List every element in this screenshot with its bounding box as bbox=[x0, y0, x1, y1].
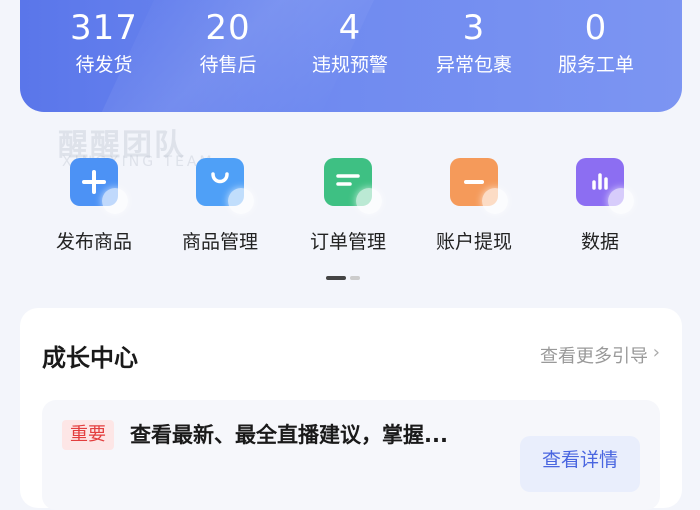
shopping-bag-icon bbox=[196, 158, 254, 214]
stat-value: 4 bbox=[338, 8, 362, 48]
stat-value: 0 bbox=[584, 8, 608, 48]
stat-violation-warning[interactable]: 4 违规预警 bbox=[288, 8, 412, 78]
tool-publish-product[interactable]: 发布商品 bbox=[34, 158, 154, 254]
tool-product-management[interactable]: 商品管理 bbox=[160, 158, 280, 254]
stat-value: 317 bbox=[70, 8, 138, 48]
tool-label: 发布商品 bbox=[55, 231, 132, 253]
stat-label: 服务工单 bbox=[557, 54, 634, 76]
tool-label: 商品管理 bbox=[181, 231, 258, 253]
tool-account-withdraw[interactable]: 账户提现 bbox=[414, 158, 534, 254]
tool-data[interactable]: 数据 bbox=[540, 158, 660, 254]
stat-abnormal-package[interactable]: 3 异常包裹 bbox=[412, 8, 536, 78]
tool-label: 账户提现 bbox=[435, 231, 512, 253]
tool-order-management[interactable]: 订单管理 bbox=[288, 158, 408, 254]
growth-center-card: 成长中心 查看更多引导 › 重要 查看最新、最全直播建议，掌握... 查看详情 bbox=[20, 308, 682, 510]
wallet-icon bbox=[450, 158, 508, 214]
view-details-button[interactable]: 查看详情 bbox=[520, 436, 640, 492]
stat-label: 待售后 bbox=[199, 54, 257, 76]
stat-label: 异常包裹 bbox=[435, 54, 512, 76]
stat-pending-shipment[interactable]: 317 待发货 bbox=[42, 8, 166, 78]
stat-value: 20 bbox=[205, 8, 251, 48]
stat-label: 违规预警 bbox=[311, 54, 388, 76]
stat-label: 待发货 bbox=[75, 54, 133, 76]
chevron-right-icon[interactable]: › bbox=[653, 342, 660, 363]
tool-label: 订单管理 bbox=[309, 231, 386, 253]
page-dot bbox=[350, 276, 360, 280]
notice-item[interactable]: 重要 查看最新、最全直播建议，掌握... 查看详情 bbox=[42, 400, 660, 510]
stat-value: 3 bbox=[462, 8, 486, 48]
growth-center-title: 成长中心 bbox=[42, 344, 138, 372]
bar-chart-icon bbox=[576, 158, 634, 214]
order-list-icon bbox=[324, 158, 382, 214]
stat-service-ticket[interactable]: 0 服务工单 bbox=[534, 8, 658, 78]
notice-text: 查看最新、最全直播建议，掌握... bbox=[130, 423, 448, 447]
tool-label: 数据 bbox=[580, 231, 619, 253]
stats-banner: 317 待发货 20 待售后 4 违规预警 3 异常包裹 0 服务工单 bbox=[20, 0, 682, 112]
stat-pending-aftersale[interactable]: 20 待售后 bbox=[166, 8, 290, 78]
page-dot-active bbox=[326, 276, 346, 280]
view-more-guides-link[interactable]: 查看更多引导 bbox=[540, 342, 648, 368]
plus-icon bbox=[70, 158, 128, 214]
important-badge: 重要 bbox=[62, 420, 114, 450]
